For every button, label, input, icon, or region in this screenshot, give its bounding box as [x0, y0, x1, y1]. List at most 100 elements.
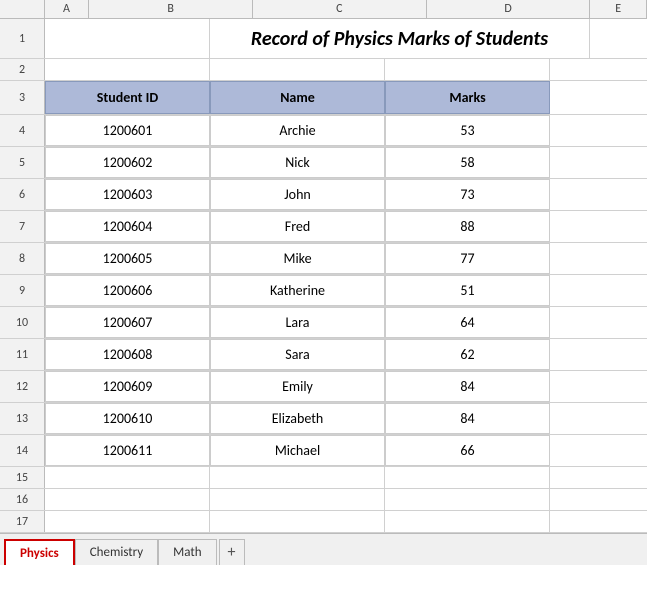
row-14: 14 1200611 Michael 66: [0, 435, 647, 467]
cell-e11: [550, 339, 607, 370]
cell-d2[interactable]: [385, 59, 550, 80]
rownum-16: 16: [0, 489, 45, 510]
cell-name-14[interactable]: Michael: [210, 435, 385, 466]
cell-c2[interactable]: [210, 59, 385, 80]
row-12: 12 1200609 Emily 84: [0, 371, 647, 403]
row-2: 2: [0, 59, 647, 81]
cell-c17[interactable]: [210, 511, 385, 532]
rownum-8: 8: [0, 243, 45, 274]
rownum-11: 11: [0, 339, 45, 370]
cell-id-13[interactable]: 1200610: [45, 403, 210, 434]
cell-name-7[interactable]: Fred: [210, 211, 385, 242]
cell-c15[interactable]: [210, 467, 385, 488]
rownum-17: 17: [0, 511, 45, 532]
rownum-12: 12: [0, 371, 45, 402]
cell-name-6[interactable]: John: [210, 179, 385, 210]
row-7: 7 1200604 Fred 88: [0, 211, 647, 243]
cell-e12: [550, 371, 607, 402]
cell-b2[interactable]: [45, 59, 210, 80]
row-13: 13 1200610 Elizabeth 84: [0, 403, 647, 435]
rownum-6: 6: [0, 179, 45, 210]
cell-e9: [550, 275, 607, 306]
row-11: 11 1200608 Sara 62: [0, 339, 647, 371]
cell-marks-14[interactable]: 66: [385, 435, 550, 466]
rows-area: 1 Record of Physics Marks of Students 2 …: [0, 19, 647, 533]
cell-name-5[interactable]: Nick: [210, 147, 385, 178]
row-17: 17: [0, 511, 647, 533]
cell-e14: [550, 435, 607, 466]
cell-marks-6[interactable]: 73: [385, 179, 550, 210]
cell-id-7[interactable]: 1200604: [45, 211, 210, 242]
col-header-b: B: [89, 0, 253, 18]
cell-id-10[interactable]: 1200607: [45, 307, 210, 338]
tab-physics[interactable]: Physics: [4, 539, 75, 565]
cell-b15[interactable]: [45, 467, 210, 488]
row-8: 8 1200605 Mike 77: [0, 243, 647, 275]
cell-name-10[interactable]: Lara: [210, 307, 385, 338]
cell-id-5[interactable]: 1200602: [45, 147, 210, 178]
cell-id-8[interactable]: 1200605: [45, 243, 210, 274]
cell-d15[interactable]: [385, 467, 550, 488]
header-name: Name: [210, 81, 385, 114]
row-15: 15: [0, 467, 647, 489]
rownum-1: 1: [0, 19, 45, 58]
cell-name-13[interactable]: Elizabeth: [210, 403, 385, 434]
tab-math[interactable]: Math: [158, 539, 216, 565]
cell-name-11[interactable]: Sara: [210, 339, 385, 370]
rownum-14: 14: [0, 435, 45, 466]
title-cell: Record of Physics Marks of Students: [210, 19, 590, 58]
cell-marks-4[interactable]: 53: [385, 115, 550, 146]
cell-marks-5[interactable]: 58: [385, 147, 550, 178]
rownum-13: 13: [0, 403, 45, 434]
cell-id-9[interactable]: 1200606: [45, 275, 210, 306]
cell-b17[interactable]: [45, 511, 210, 532]
cell-c16[interactable]: [210, 489, 385, 510]
cell-e10: [550, 307, 607, 338]
cell-id-14[interactable]: 1200611: [45, 435, 210, 466]
corner-cell: [0, 0, 45, 18]
cell-b16[interactable]: [45, 489, 210, 510]
cell-marks-13[interactable]: 84: [385, 403, 550, 434]
header-student-id: Student ID: [45, 81, 210, 114]
cell-name-12[interactable]: Emily: [210, 371, 385, 402]
col-header-a: A: [45, 0, 90, 18]
row-16: 16: [0, 489, 647, 511]
cell-marks-10[interactable]: 64: [385, 307, 550, 338]
row-1: 1 Record of Physics Marks of Students: [0, 19, 647, 59]
cell-marks-9[interactable]: 51: [385, 275, 550, 306]
cell-e1: [590, 19, 647, 58]
cell-name-9[interactable]: Katherine: [210, 275, 385, 306]
add-sheet-button[interactable]: +: [219, 539, 245, 565]
rownum-7: 7: [0, 211, 45, 242]
cell-name-4[interactable]: Archie: [210, 115, 385, 146]
rownum-4: 4: [0, 115, 45, 146]
cell-marks-8[interactable]: 77: [385, 243, 550, 274]
col-header-d: D: [427, 0, 591, 18]
cell-a1[interactable]: [45, 19, 210, 58]
cell-d17[interactable]: [385, 511, 550, 532]
cell-e4: [550, 115, 607, 146]
cell-e3: [550, 81, 607, 114]
cell-id-12[interactable]: 1200609: [45, 371, 210, 402]
cell-e8: [550, 243, 607, 274]
cell-name-8[interactable]: Mike: [210, 243, 385, 274]
cell-e7: [550, 211, 607, 242]
cell-e17: [550, 511, 607, 532]
cell-d16[interactable]: [385, 489, 550, 510]
cell-id-11[interactable]: 1200608: [45, 339, 210, 370]
cell-e6: [550, 179, 607, 210]
row-10: 10 1200607 Lara 64: [0, 307, 647, 339]
cell-marks-7[interactable]: 88: [385, 211, 550, 242]
tab-chemistry[interactable]: Chemistry: [75, 539, 158, 565]
cell-marks-12[interactable]: 84: [385, 371, 550, 402]
cell-id-6[interactable]: 1200603: [45, 179, 210, 210]
rownum-3: 3: [0, 81, 45, 114]
row-5: 5 1200602 Nick 58: [0, 147, 647, 179]
rownum-10: 10: [0, 307, 45, 338]
cell-marks-11[interactable]: 62: [385, 339, 550, 370]
cell-e15: [550, 467, 607, 488]
rownum-2: 2: [0, 59, 45, 80]
spreadsheet: A B C D E 1 Record of Physics Marks of S…: [0, 0, 647, 615]
col-header-c: C: [253, 0, 427, 18]
cell-id-4[interactable]: 1200601: [45, 115, 210, 146]
